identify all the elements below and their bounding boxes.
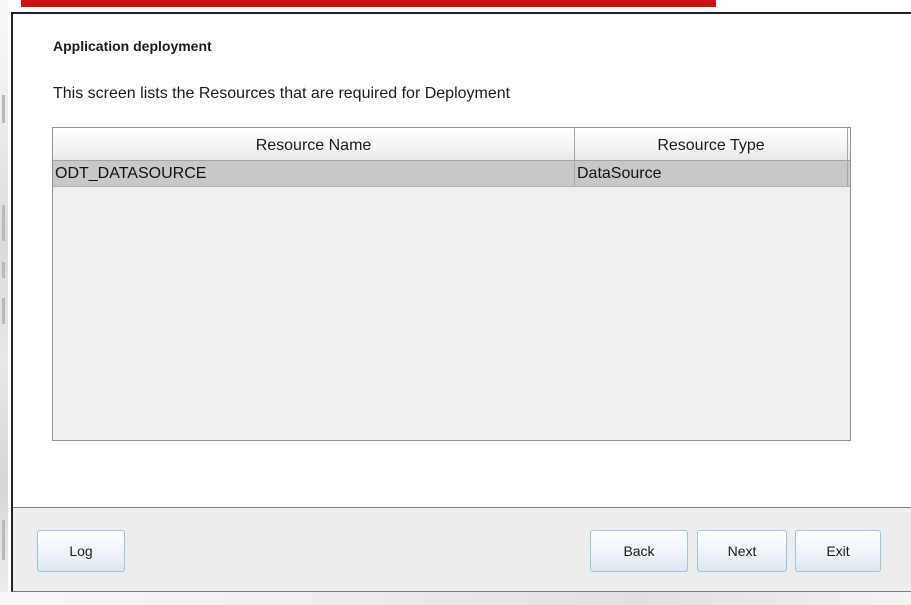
- edge-mark: [2, 298, 5, 324]
- next-button[interactable]: Next: [697, 530, 787, 572]
- exit-button[interactable]: Exit: [795, 530, 881, 572]
- edge-mark: [2, 205, 5, 241]
- column-header-resource-name[interactable]: Resource Name: [53, 128, 575, 160]
- page-description: This screen lists the Resources that are…: [53, 85, 511, 102]
- edge-mark: [2, 95, 5, 123]
- back-button[interactable]: Back: [590, 530, 688, 572]
- cell-resource-name[interactable]: ODT_DATASOURCE: [53, 161, 575, 186]
- resources-table: Resource Name Resource Type ODT_DATASOUR…: [52, 127, 851, 441]
- column-header-resource-type[interactable]: Resource Type: [575, 128, 848, 160]
- window-edge-strip: [0, 0, 8, 605]
- edge-mark: [2, 262, 5, 278]
- cell-resource-type[interactable]: DataSource: [575, 161, 848, 186]
- page-title: Application deployment: [53, 38, 212, 54]
- table-header: Resource Name Resource Type: [53, 128, 850, 161]
- log-button[interactable]: Log: [37, 530, 125, 572]
- window-bottom-edge: [0, 592, 911, 605]
- table-row[interactable]: ODT_DATASOURCE DataSource: [53, 161, 850, 187]
- progress-accent-bar: [21, 0, 716, 7]
- edge-mark: [2, 520, 5, 560]
